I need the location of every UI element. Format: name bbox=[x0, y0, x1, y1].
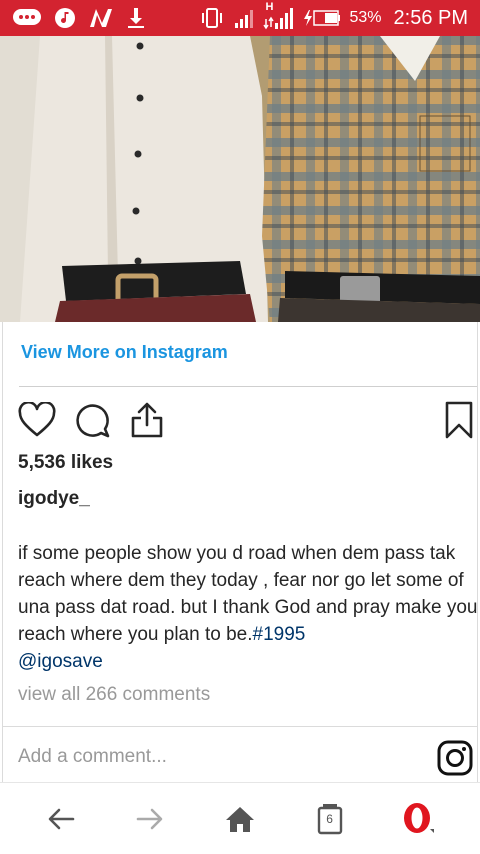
battery-percent: 53% bbox=[349, 9, 382, 26]
nfc-icon bbox=[88, 7, 114, 29]
post-photo[interactable] bbox=[0, 36, 480, 322]
tabs-icon[interactable]: 6 bbox=[306, 795, 354, 843]
instagram-logo-icon[interactable] bbox=[437, 740, 473, 776]
vibrate-icon bbox=[199, 7, 225, 29]
share-icon[interactable] bbox=[127, 400, 167, 440]
opera-menu-icon[interactable] bbox=[395, 795, 443, 843]
messages-icon bbox=[12, 7, 42, 29]
download-icon bbox=[126, 7, 146, 29]
status-bar: H 53% 2:56 PM bbox=[0, 0, 480, 36]
signal-icon bbox=[233, 7, 255, 29]
action-bar bbox=[17, 400, 477, 440]
comment-icon[interactable] bbox=[73, 400, 113, 440]
post-caption: if some people show you d road when dem … bbox=[18, 540, 478, 675]
tab-count: 6 bbox=[326, 811, 333, 826]
back-icon[interactable] bbox=[37, 795, 85, 843]
browser-bottom-bar: 6 bbox=[0, 782, 480, 854]
clock: 2:56 PM bbox=[393, 6, 468, 29]
battery-charging-icon bbox=[303, 8, 341, 28]
signal-hspa-icon: H bbox=[263, 1, 295, 31]
divider bbox=[19, 386, 477, 387]
forward-icon[interactable] bbox=[126, 795, 174, 843]
music-icon bbox=[54, 7, 76, 29]
like-heart-icon[interactable] bbox=[17, 400, 57, 440]
likes-count[interactable]: 5,536 likes bbox=[18, 452, 113, 474]
hashtag-link[interactable]: #1995 bbox=[253, 624, 306, 645]
add-comment-field[interactable]: Add a comment... bbox=[18, 746, 167, 768]
view-more-link[interactable]: View More on Instagram bbox=[21, 342, 228, 363]
instagram-embed: View More on Instagram 5,536 likes igody… bbox=[2, 322, 478, 782]
home-icon[interactable] bbox=[216, 795, 264, 843]
view-all-comments-link[interactable]: view all 266 comments bbox=[18, 684, 210, 706]
caption-text: if some people show you d road when dem … bbox=[18, 543, 478, 645]
network-type-label: H bbox=[265, 1, 274, 13]
post-username[interactable]: igodye_ bbox=[18, 488, 90, 510]
divider bbox=[3, 726, 477, 727]
mention-link[interactable]: @igosave bbox=[18, 651, 103, 672]
bookmark-icon[interactable] bbox=[439, 400, 479, 440]
